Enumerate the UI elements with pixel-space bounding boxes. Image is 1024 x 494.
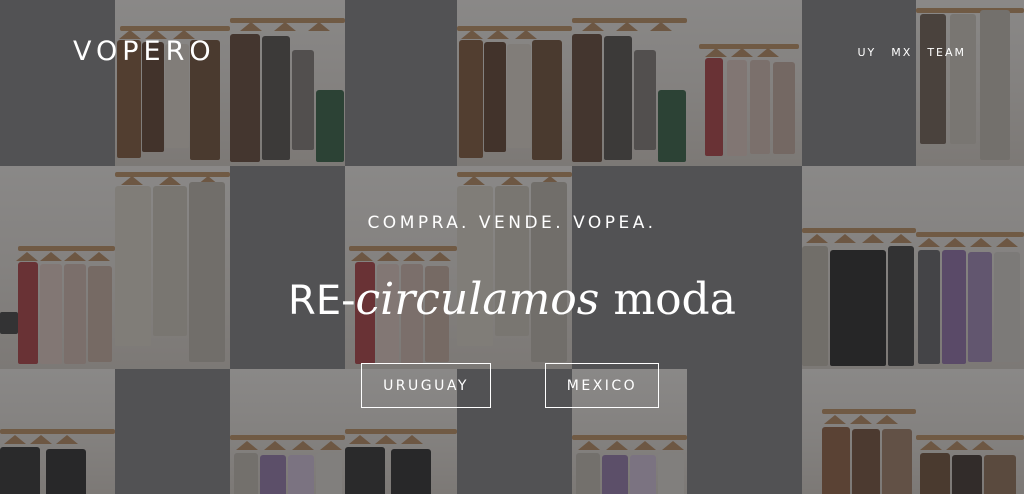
nav-link-uy[interactable]: UY [858,46,877,59]
top-nav: UY MX TEAM [858,46,967,59]
headline-prefix: RE- [288,278,356,324]
dark-overlay [0,0,1024,494]
mexico-button[interactable]: MEXICO [545,363,659,408]
nav-link-team[interactable]: TEAM [927,46,966,59]
hero-tagline: COMPRA. VENDE. VOPEA. [367,213,657,233]
nav-link-mx[interactable]: MX [891,46,912,59]
hero-headline: RE-circulamos moda [0,272,1024,338]
uruguay-button[interactable]: URUGUAY [361,363,491,408]
headline-italic: circulamos [355,274,600,325]
headline-suffix: moda [599,274,736,325]
vopero-logo[interactable]: VOPERO [73,36,216,67]
